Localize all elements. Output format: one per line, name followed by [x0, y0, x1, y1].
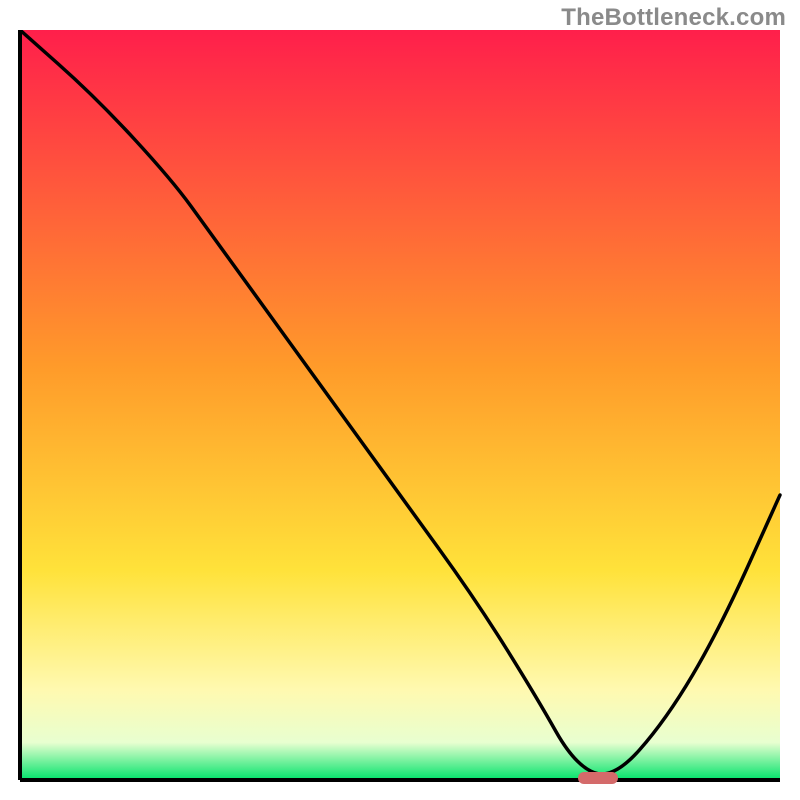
- chart-container: TheBottleneck.com: [0, 0, 800, 800]
- optimal-marker: [578, 772, 618, 784]
- plot-background: [20, 30, 780, 780]
- bottleneck-chart: [10, 30, 790, 798]
- watermark-text: TheBottleneck.com: [561, 4, 786, 32]
